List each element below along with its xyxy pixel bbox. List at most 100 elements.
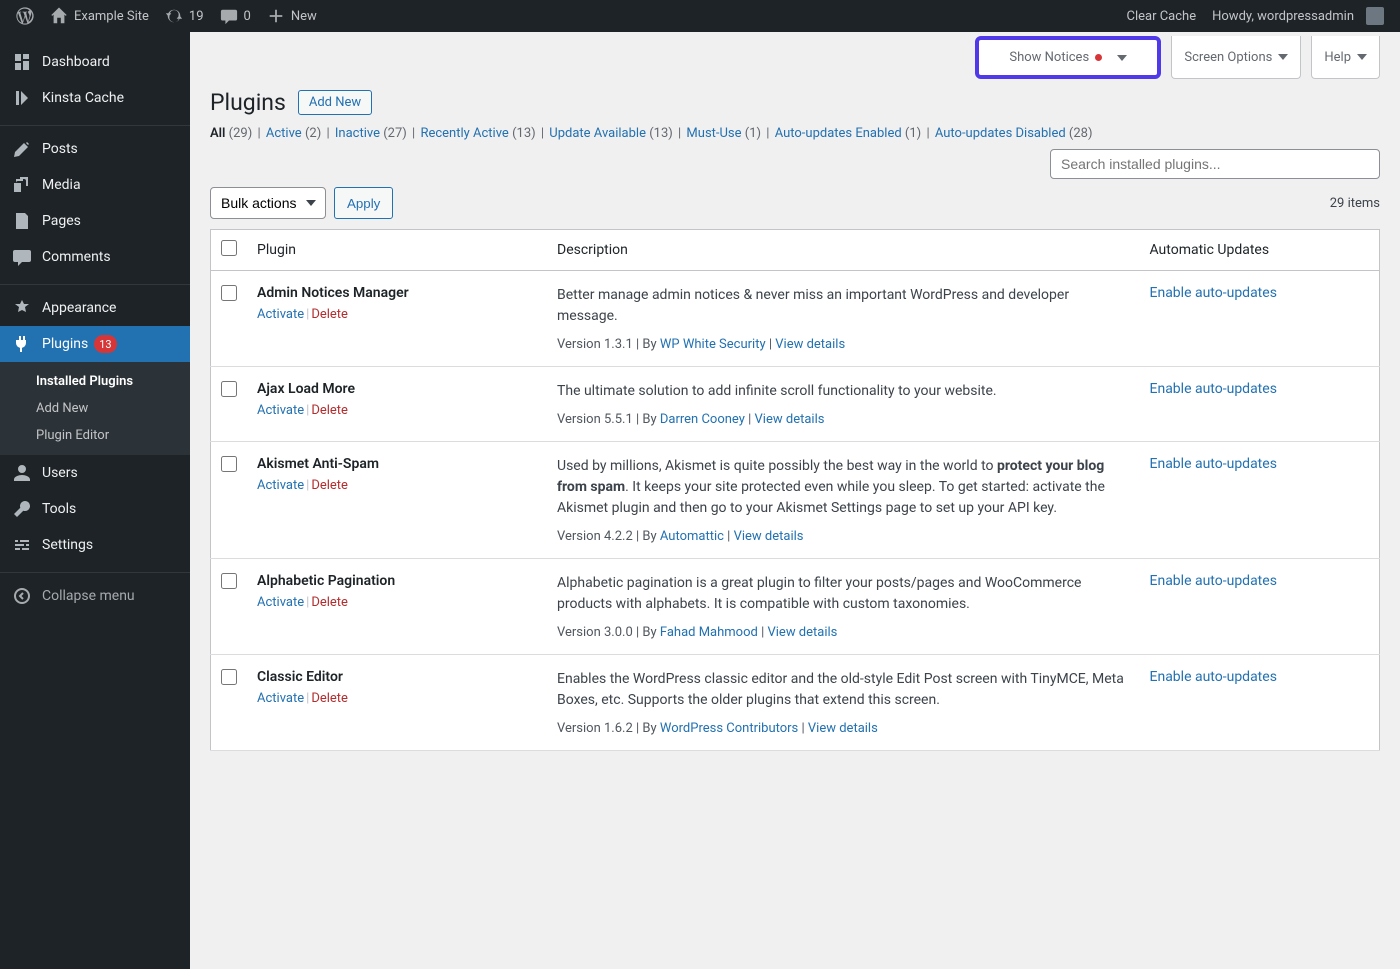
page-title: Plugins (210, 89, 286, 116)
show-notices-tab[interactable]: Show Notices (975, 36, 1161, 79)
menu-media[interactable]: Media (0, 167, 190, 203)
table-row: Akismet Anti-Spam Activate|Delete Used b… (211, 442, 1380, 559)
row-checkbox[interactable] (221, 573, 237, 589)
filter-update[interactable]: Update Available (13) (549, 126, 673, 141)
comments[interactable]: 0 (212, 0, 259, 32)
activate-link[interactable]: Activate (257, 403, 304, 418)
plugin-version: Version 4.2.2 (557, 529, 633, 544)
menu-comments[interactable]: Comments (0, 239, 190, 275)
plugin-version: Version 5.5.1 (557, 412, 633, 427)
plugin-name: Admin Notices Manager (257, 285, 537, 301)
plugins-submenu: Installed Plugins Add New Plugin Editor (0, 362, 190, 455)
table-row: Classic Editor Activate|Delete Enables t… (211, 655, 1380, 751)
select-all-checkbox[interactable] (221, 240, 237, 256)
collapse-menu[interactable]: Collapse menu (0, 578, 190, 614)
menu-dashboard[interactable]: Dashboard (0, 44, 190, 80)
enable-auto-updates-link[interactable]: Enable auto-updates (1150, 669, 1277, 685)
menu-pages[interactable]: Pages (0, 203, 190, 239)
refresh-icon (165, 7, 183, 25)
table-row: Ajax Load More Activate|Delete The ultim… (211, 367, 1380, 442)
activate-link[interactable]: Activate (257, 478, 304, 493)
delete-link[interactable]: Delete (311, 478, 348, 493)
view-details-link[interactable]: View details (808, 721, 878, 736)
filter-mustuse[interactable]: Must-Use (1) (686, 126, 761, 141)
plugin-version: Version 1.3.1 (557, 337, 633, 352)
view-details-link[interactable]: View details (734, 529, 804, 544)
filter-auto-enabled[interactable]: Auto-updates Enabled (1) (775, 126, 922, 141)
activate-link[interactable]: Activate (257, 691, 304, 706)
plugin-author-link[interactable]: Automattic (660, 529, 724, 544)
menu-kinsta[interactable]: Kinsta Cache (0, 80, 190, 116)
plugin-author-link[interactable]: WordPress Contributors (660, 721, 798, 736)
enable-auto-updates-link[interactable]: Enable auto-updates (1150, 381, 1277, 397)
filter-all[interactable]: All (29) (210, 126, 252, 141)
activate-link[interactable]: Activate (257, 307, 304, 322)
delete-link[interactable]: Delete (311, 691, 348, 706)
new-content[interactable]: New (259, 0, 325, 32)
my-account[interactable]: Howdy, wordpressadmin (1204, 0, 1392, 32)
menu-plugins[interactable]: Plugins13 (0, 326, 190, 362)
row-checkbox[interactable] (221, 381, 237, 397)
row-checkbox[interactable] (221, 669, 237, 685)
plugin-author-link[interactable]: Fahad Mahmood (660, 625, 758, 640)
filter-links: All (29) | Active (2) | Inactive (27) | … (190, 126, 1400, 149)
menu-posts[interactable]: Posts (0, 131, 190, 167)
delete-link[interactable]: Delete (311, 307, 348, 322)
filter-active[interactable]: Active (2) (266, 126, 321, 141)
comment-icon (220, 7, 238, 25)
site-name[interactable]: Example Site (42, 0, 157, 32)
plus-icon (267, 7, 285, 25)
menu-tools[interactable]: Tools (0, 491, 190, 527)
search-input[interactable] (1050, 149, 1380, 179)
table-row: Alphabetic Pagination Activate|Delete Al… (211, 559, 1380, 655)
plugin-name: Classic Editor (257, 669, 537, 685)
submenu-editor[interactable]: Plugin Editor (0, 422, 190, 449)
add-new-button[interactable]: Add New (298, 90, 372, 115)
wp-logo[interactable] (8, 0, 42, 32)
plugin-version: Version 3.0.0 (557, 625, 633, 640)
plugin-name: Akismet Anti-Spam (257, 456, 537, 472)
help-tab[interactable]: Help (1311, 36, 1380, 79)
notice-dot-icon (1095, 54, 1102, 61)
bulk-actions-select[interactable]: Bulk actions (210, 187, 326, 219)
plugins-badge: 13 (94, 335, 116, 353)
col-description: Description (547, 230, 1140, 271)
enable-auto-updates-link[interactable]: Enable auto-updates (1150, 573, 1277, 589)
submenu-addnew[interactable]: Add New (0, 395, 190, 422)
row-checkbox[interactable] (221, 285, 237, 301)
screen-options-tab[interactable]: Screen Options (1171, 36, 1301, 79)
clear-cache[interactable]: Clear Cache (1119, 0, 1205, 32)
col-plugin: Plugin (247, 230, 547, 271)
view-details-link[interactable]: View details (767, 625, 837, 640)
enable-auto-updates-link[interactable]: Enable auto-updates (1150, 285, 1277, 301)
menu-appearance[interactable]: Appearance (0, 290, 190, 326)
activate-link[interactable]: Activate (257, 595, 304, 610)
view-details-link[interactable]: View details (775, 337, 845, 352)
filter-auto-disabled[interactable]: Auto-updates Disabled (28) (935, 126, 1093, 141)
home-icon (50, 7, 68, 25)
filter-inactive[interactable]: Inactive (27) (335, 126, 407, 141)
main-content: Show Notices Screen Options Help Plugins… (190, 32, 1400, 751)
admin-bar: Example Site 19 0 New Clear Cache Howdy,… (0, 0, 1400, 32)
view-details-link[interactable]: View details (755, 412, 825, 427)
avatar (1366, 7, 1384, 25)
plugin-name: Ajax Load More (257, 381, 537, 397)
updates[interactable]: 19 (157, 0, 212, 32)
row-checkbox[interactable] (221, 456, 237, 472)
chevron-down-icon (1357, 54, 1367, 60)
delete-link[interactable]: Delete (311, 403, 348, 418)
enable-auto-updates-link[interactable]: Enable auto-updates (1150, 456, 1277, 472)
admin-sidebar: Dashboard Kinsta Cache Posts Media Pages… (0, 32, 190, 969)
menu-settings[interactable]: Settings (0, 527, 190, 563)
delete-link[interactable]: Delete (311, 595, 348, 610)
menu-users[interactable]: Users (0, 455, 190, 491)
filter-recent[interactable]: Recently Active (13) (420, 126, 535, 141)
apply-button[interactable]: Apply (334, 187, 393, 219)
col-auto-updates: Automatic Updates (1140, 230, 1380, 271)
plugins-table: Plugin Description Automatic Updates Adm… (210, 229, 1380, 751)
plugin-author-link[interactable]: Darren Cooney (660, 412, 745, 427)
submenu-installed[interactable]: Installed Plugins (0, 368, 190, 395)
item-count: 29 items (1330, 196, 1380, 211)
plugin-author-link[interactable]: WP White Security (660, 337, 766, 352)
chevron-down-icon (1278, 54, 1288, 60)
